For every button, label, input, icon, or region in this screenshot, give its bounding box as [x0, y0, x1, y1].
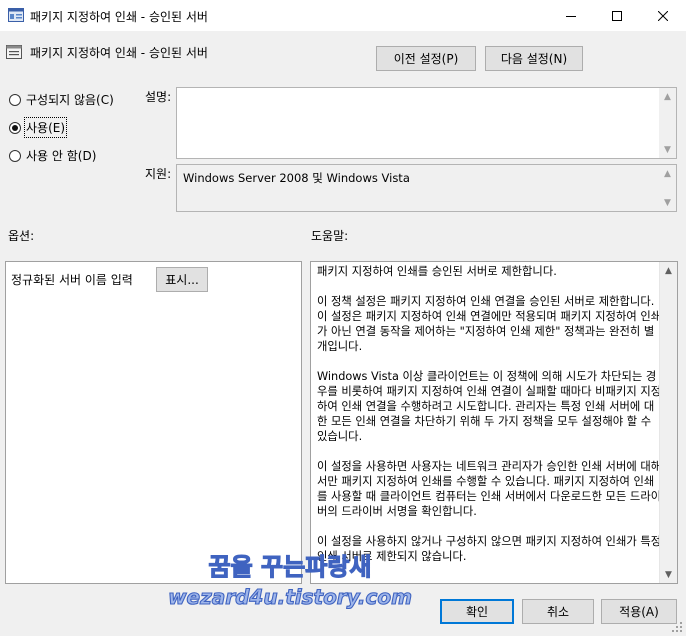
supported-scrollbar[interactable]: ▲ ▼: [659, 165, 676, 211]
ok-label: 확인: [465, 605, 489, 619]
previous-setting-label: 이전 설정(P): [393, 52, 459, 66]
apply-button[interactable]: 적용(A): [601, 599, 677, 624]
close-icon: [658, 10, 668, 21]
show-servers-button[interactable]: 표시...: [156, 267, 208, 292]
policy-title: 패키지 지정하여 인쇄 - 승인된 서버: [30, 46, 208, 60]
help-paragraph: 패키지 지정하여 인쇄를 승인된 서버로 제한합니다.: [317, 265, 557, 278]
maximize-icon: [612, 10, 622, 21]
server-name-label: 정규화된 서버 이름 입력: [11, 273, 133, 287]
apply-label: 적용(A): [619, 605, 659, 619]
maximize-button[interactable]: [594, 0, 640, 31]
radio-enabled[interactable]: 사용(E): [9, 117, 68, 138]
options-label: 옵션:: [8, 229, 35, 243]
cancel-button[interactable]: 취소: [522, 599, 594, 624]
scroll-up-icon[interactable]: ▲: [659, 165, 676, 182]
help-paragraph: 이 설정을 사용하면 사용자는 네트워크 관리자가 승인한 인쇄 서버에 대해서…: [317, 460, 662, 518]
supported-value: Windows Server 2008 및 Windows Vista: [183, 171, 410, 185]
next-setting-button[interactable]: 다음 설정(N): [485, 46, 583, 71]
title-bar: 패키지 지정하여 인쇄 - 승인된 서버: [0, 0, 686, 31]
scroll-down-icon[interactable]: ▼: [659, 141, 676, 158]
help-label: 도움말:: [311, 229, 349, 243]
radio-circle[interactable]: [9, 149, 21, 162]
scroll-up-icon[interactable]: ▲: [660, 262, 677, 279]
comment-label: 설명:: [145, 90, 172, 104]
show-servers-label: 표시...: [165, 273, 199, 287]
comment-textarea[interactable]: ▲ ▼: [176, 87, 677, 159]
radio-enabled-label: 사용(E): [23, 117, 68, 138]
window-title: 패키지 지정하여 인쇄 - 승인된 서버: [30, 10, 208, 24]
watermark-logo: 꿈을 꾸는파랑새 wezard4u.tistory.com: [168, 552, 413, 609]
radio-not-configured-label: 구성되지 않음(C): [26, 93, 114, 107]
next-setting-label: 다음 설정(N): [500, 52, 568, 66]
options-panel: 정규화된 서버 이름 입력 표시...: [5, 261, 302, 584]
minimize-button[interactable]: [548, 0, 594, 31]
watermark-line1: 꿈을 꾸는파랑새: [209, 553, 372, 581]
help-scrollbar[interactable]: ▲ ▼: [659, 262, 677, 583]
help-paragraph: 이 정책 설정은 패키지 지정하여 인쇄 연결을 승인된 서버로 제한합니다. …: [317, 295, 662, 353]
policy-window-icon: [8, 8, 24, 22]
minimize-icon: [566, 15, 576, 17]
policy-setting-icon: [6, 45, 22, 59]
radio-not-configured[interactable]: 구성되지 않음(C): [9, 91, 114, 108]
supported-textbox: Windows Server 2008 및 Windows Vista ▲ ▼: [176, 164, 677, 212]
watermark-line2: wezard4u.tistory.com: [168, 585, 412, 609]
help-text: 패키지 지정하여 인쇄를 승인된 서버로 제한합니다. 이 정책 설정은 패키지…: [317, 264, 662, 579]
radio-selected-dot: [12, 124, 18, 131]
supported-label: 지원:: [145, 167, 172, 181]
resize-grip-icon[interactable]: [672, 622, 684, 634]
radio-circle-selected[interactable]: [9, 121, 21, 134]
radio-disabled[interactable]: 사용 안 함(D): [9, 147, 96, 164]
radio-circle[interactable]: [9, 93, 21, 106]
radio-disabled-label: 사용 안 함(D): [26, 149, 97, 163]
ok-button[interactable]: 확인: [440, 599, 514, 624]
close-button[interactable]: [640, 0, 686, 31]
scroll-down-icon[interactable]: ▼: [659, 194, 676, 211]
help-panel: 패키지 지정하여 인쇄를 승인된 서버로 제한합니다. 이 정책 설정은 패키지…: [310, 261, 678, 584]
cancel-label: 취소: [546, 605, 570, 619]
previous-setting-button[interactable]: 이전 설정(P): [376, 46, 476, 71]
comment-scrollbar[interactable]: ▲ ▼: [659, 88, 676, 158]
scroll-up-icon[interactable]: ▲: [659, 88, 676, 105]
scroll-down-icon[interactable]: ▼: [660, 566, 677, 583]
help-paragraph: Windows Vista 이상 클라이언트는 이 정책에 의해 시도가 차단되…: [317, 370, 662, 443]
